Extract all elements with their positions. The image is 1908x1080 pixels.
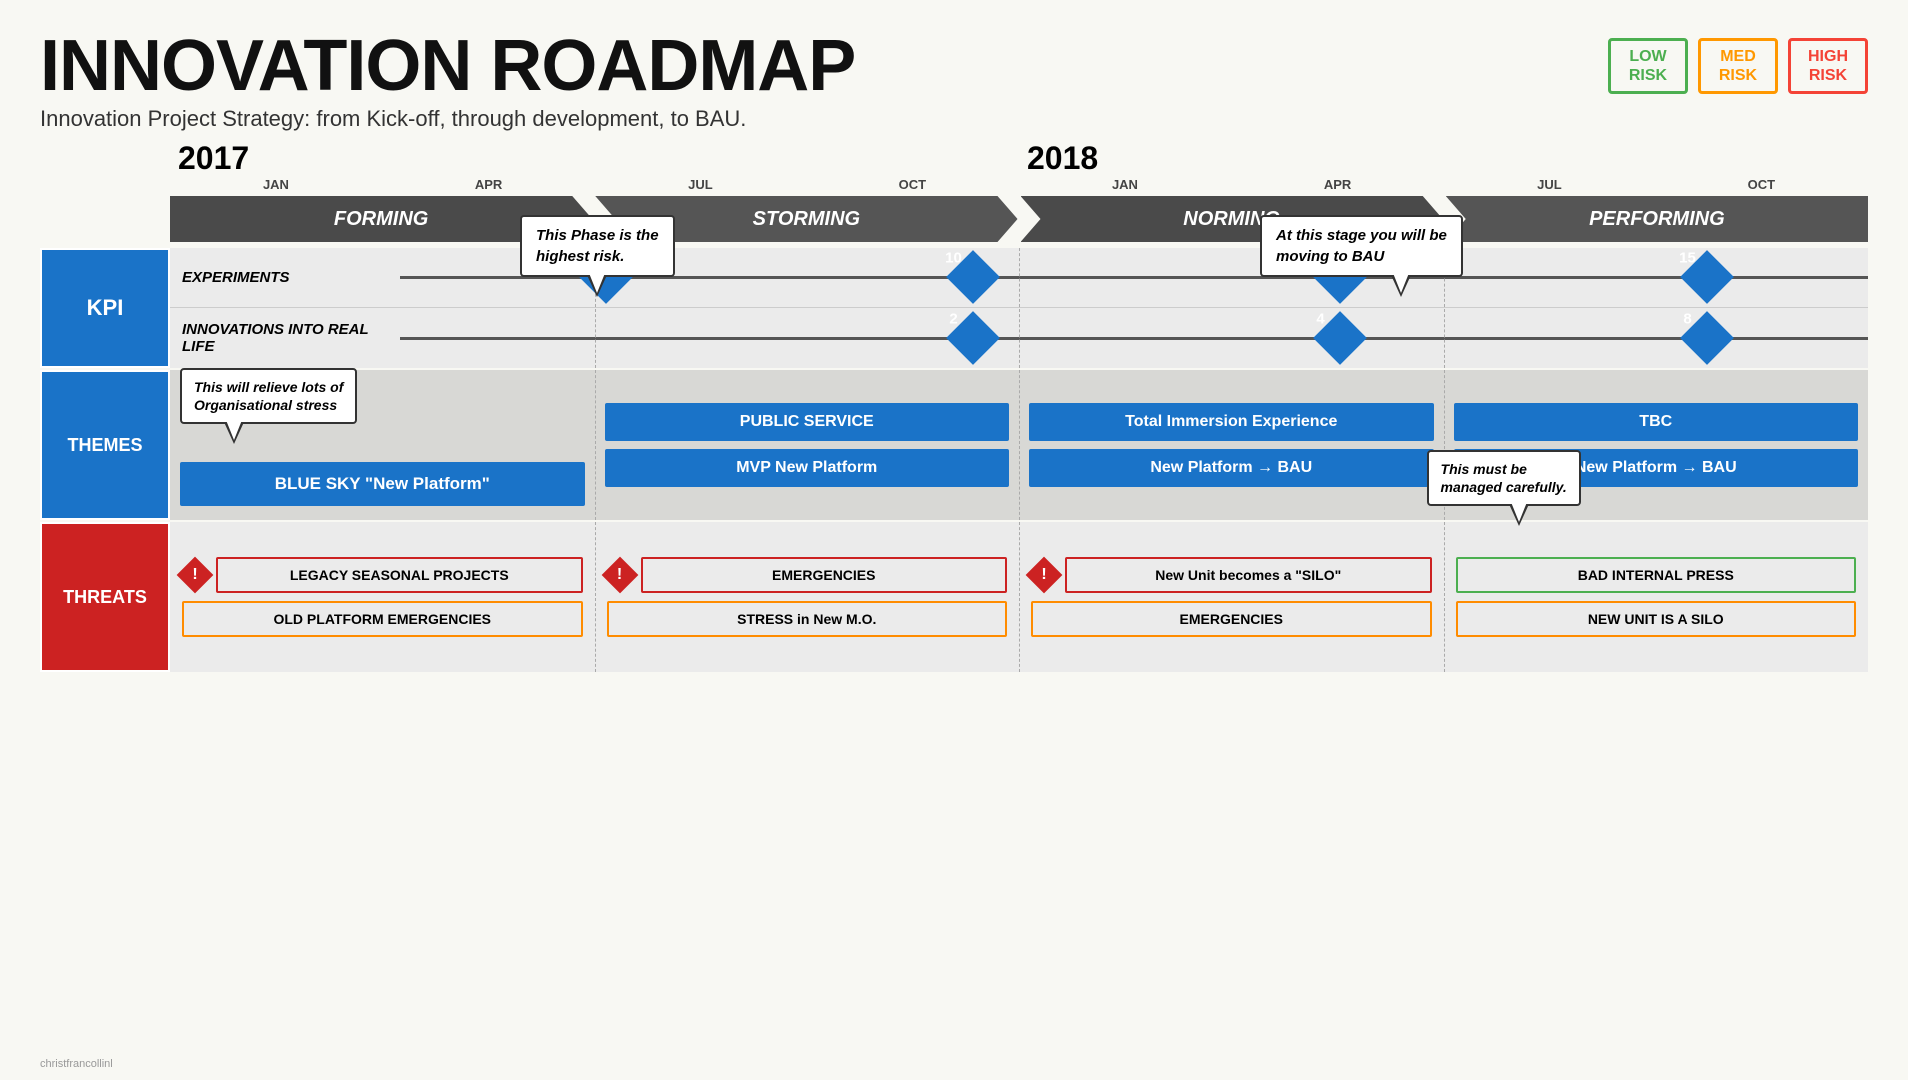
threat-col-4: BAD INTERNAL PRESS NEW UNIT IS A SILO: [1444, 522, 1869, 672]
month-group-2018: JAN APR JUL OCT: [1019, 177, 1868, 192]
month-row: JAN APR JUL OCT JAN APR JUL OCT: [170, 177, 1868, 192]
year-2017: 2017: [170, 140, 1019, 177]
themes-content: This will relieve lots ofOrganisational …: [170, 370, 1868, 520]
subtitle: Innovation Project Strategy: from Kick-o…: [40, 106, 855, 132]
kpi-innovations-line: 2 4 8: [400, 337, 1868, 340]
threat-stress: STRESS in New M.O.: [607, 601, 1008, 637]
threat-bad-press: BAD INTERNAL PRESS: [1456, 557, 1857, 593]
month-group-2017: JAN APR JUL OCT: [170, 177, 1019, 192]
themes-section: THEMES This will relieve lots ofOrganisa…: [40, 370, 1868, 520]
title-block: INNOVATION ROADMAP Innovation Project St…: [40, 30, 855, 132]
threat-icon-3: !: [1031, 562, 1057, 588]
theme-col-2: PUBLIC SERVICE MVP New Platform: [595, 370, 1020, 520]
theme-public-service: PUBLIC SERVICE: [605, 403, 1010, 441]
kpi-label: KPI: [40, 248, 170, 368]
header: INNOVATION ROADMAP Innovation Project St…: [40, 30, 1868, 132]
year-2018: 2018: [1019, 140, 1868, 177]
theme-mvp: MVP New Platform: [605, 449, 1010, 487]
main-title: INNOVATION ROADMAP: [40, 30, 855, 102]
slide: INNOVATION ROADMAP Innovation Project St…: [0, 0, 1908, 1080]
kpi-experiments-label: EXPERIMENTS: [170, 269, 400, 286]
threats-content: This must bemanaged carefully. ! LEGACY …: [170, 522, 1868, 672]
med-risk-badge: MEDRISK: [1698, 38, 1778, 94]
watermark: christfrancollinl: [40, 1058, 113, 1070]
high-risk-badge: HIGHRISK: [1788, 38, 1868, 94]
threat-col2-row1: ! EMERGENCIES: [607, 557, 1008, 593]
phase-performing: PERFORMING: [1446, 196, 1868, 242]
theme-tbc: TBC: [1454, 403, 1859, 441]
threat-col1-row1: ! LEGACY SEASONAL PROJECTS: [182, 557, 583, 593]
threats-label: THREATS: [40, 522, 170, 672]
callout-storming: This Phase is thehighest risk.: [520, 215, 675, 277]
threats-section: THREATS This must bemanaged carefully.: [40, 522, 1868, 672]
threat-col-3: ! New Unit becomes a "SILO" EMERGENCIES: [1019, 522, 1444, 672]
callout-managed: This must bemanaged carefully.: [1427, 450, 1581, 506]
low-risk-badge: LOWRISK: [1608, 38, 1688, 94]
theme-blue-sky: BLUE SKY "New Platform": [180, 462, 585, 506]
threat-silo: New Unit becomes a "SILO": [1065, 557, 1432, 593]
vline-2: [1019, 248, 1020, 368]
theme-total-immersion: Total Immersion Experience: [1029, 403, 1434, 441]
threat-icon-2: !: [607, 562, 633, 588]
threat-legacy: LEGACY SEASONAL PROJECTS: [216, 557, 583, 593]
threat-new-unit-silo: NEW UNIT IS A SILO: [1456, 601, 1857, 637]
themes-label: THEMES: [40, 370, 170, 520]
kpi-section: KPI EXPERIMENTS 7: [40, 248, 1868, 368]
kpi-innovations-label: INNOVATIONS INTO REAL LIFE: [170, 321, 400, 355]
theme-new-platform-bau-1: New Platform → BAU: [1029, 449, 1434, 487]
timeline-container: 2017 2018 JAN APR JUL OCT JAN APR JUL OC…: [40, 140, 1868, 672]
threat-icon-1: !: [182, 562, 208, 588]
callout-stress: This will relieve lots ofOrganisational …: [180, 368, 357, 424]
threat-col-1: ! LEGACY SEASONAL PROJECTS OLD PLATFORM …: [170, 522, 595, 672]
kpi-content: EXPERIMENTS 7 10: [170, 248, 1868, 368]
threat-old-platform: OLD PLATFORM EMERGENCIES: [182, 601, 583, 637]
risk-badges: LOWRISK MEDRISK HIGHRISK: [1608, 38, 1868, 94]
theme-col-3: Total Immersion Experience New Platform …: [1019, 370, 1444, 520]
phase-banner: FORMING STORMING NORMING PERFORMING: [170, 196, 1868, 242]
threat-emergencies-1: EMERGENCIES: [641, 557, 1008, 593]
year-row: 2017 2018: [170, 140, 1868, 177]
threat-emergencies-2: EMERGENCIES: [1031, 601, 1432, 637]
threat-col-2: ! EMERGENCIES STRESS in New M.O.: [595, 522, 1020, 672]
callout-performing: At this stage you will bemoving to BAU: [1260, 215, 1463, 277]
threat-col3-row1: ! New Unit becomes a "SILO": [1031, 557, 1432, 593]
